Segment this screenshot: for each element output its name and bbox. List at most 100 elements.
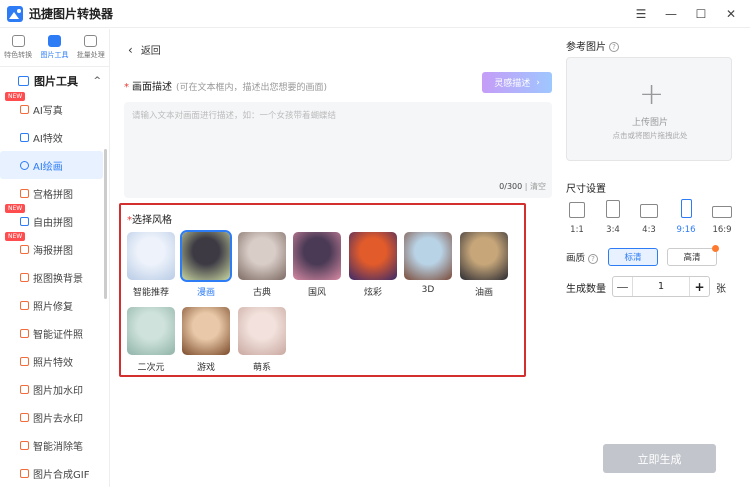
tab-special-convert[interactable]: 特色转换 [0, 29, 36, 66]
style-thumbnail[interactable] [349, 232, 397, 280]
sidebar-item[interactable]: 智能消除笔 [0, 431, 109, 459]
aspect-ratio-icon [680, 199, 692, 218]
quality-hd-button[interactable]: 高清 [667, 245, 719, 266]
char-counter: 0/300 | 清空 [499, 182, 546, 191]
aspect-ratio-icon [569, 202, 585, 218]
sidebar-item[interactable]: NEW AI写真 [0, 92, 109, 123]
maximize-icon[interactable]: ☐ [688, 4, 714, 24]
tab-label: 特色转换 [4, 51, 33, 59]
style-thumbnail[interactable] [460, 232, 508, 280]
count-label: 生成数量 [566, 284, 606, 295]
sidebar-item[interactable]: AI特效 [0, 123, 109, 151]
sidebar-scrollbar[interactable] [104, 149, 107, 299]
quality-option-label: 标清 [624, 253, 642, 263]
menu-item-icon [20, 216, 29, 226]
menu-icon[interactable]: ☰ [628, 4, 654, 24]
size-label: 尺寸设置 [566, 184, 606, 195]
sidebar-item[interactable]: NEW 海报拼图 [0, 232, 109, 263]
sidebar-item[interactable]: 图片加水印 [0, 375, 109, 403]
decrement-button[interactable]: — [613, 277, 633, 296]
style-thumbnail[interactable] [180, 230, 232, 282]
style-label: 智能推荐 [132, 288, 169, 298]
sidebar-item[interactable]: 图片合成GIF [0, 459, 109, 487]
sidebar: 特色转换 图片工具 批量处理 图片工具 ^ NEW AI写真 AI特效 AI绘画宫格拼… [0, 29, 110, 487]
ratio-label: 4:3 [642, 225, 656, 235]
help-icon[interactable]: ? [609, 42, 619, 52]
quality-option-label: 高清 [683, 253, 701, 263]
ratio-option[interactable]: 16:9 [709, 198, 735, 235]
style-thumbnail[interactable] [238, 232, 286, 280]
tab-image-tools[interactable]: 图片工具 [36, 29, 72, 66]
sidebar-item-label: 图片加水印 [33, 385, 83, 397]
ratio-option[interactable]: 1:1 [564, 198, 590, 235]
sidebar-item[interactable]: 照片特效 [0, 347, 109, 375]
quality-standard-button[interactable]: 标清 [608, 248, 658, 266]
ratio-option[interactable]: 3:4 [600, 198, 626, 235]
style-thumbnail[interactable] [182, 307, 230, 355]
window-controls: ☰ — ☐ ✕ [628, 4, 744, 24]
menu-item-icon [20, 412, 29, 422]
style-label: 游戏 [196, 363, 215, 373]
increment-button[interactable]: + [689, 277, 709, 296]
ratio-option[interactable]: 9:16 [673, 198, 699, 235]
count-value: 0/300 [499, 182, 523, 191]
menu-item-icon [20, 384, 29, 394]
sidebar-item[interactable]: NEW 自由拼图 [0, 204, 109, 235]
back-button[interactable]: ‹ 返回 [128, 42, 161, 58]
new-badge: NEW [5, 232, 26, 241]
menu-item-icon [20, 104, 29, 114]
style-thumbnail[interactable] [404, 232, 452, 280]
style-selector: *选择风格 智能推荐 漫画 古典 国风 炫彩 3D 油画 二次元 游戏 萌系 [119, 203, 526, 377]
style-thumbnail[interactable] [238, 307, 286, 355]
sidebar-item-label: 照片修复 [33, 301, 73, 313]
help-icon[interactable]: ? [588, 253, 599, 264]
title-bar: 迅捷图片转换器 ☰ — ☐ ✕ [0, 0, 750, 28]
sidebar-item-label: 图片去水印 [33, 413, 83, 425]
style-label: 二次元 [137, 363, 165, 373]
style-thumbnail[interactable] [293, 232, 341, 280]
style-label: 国风 [307, 288, 326, 298]
sidebar-item-label: 宫格拼图 [33, 189, 73, 201]
minimize-icon[interactable]: — [658, 4, 684, 24]
sidebar-item[interactable]: AI绘画 [0, 151, 103, 179]
menu-item-icon [20, 160, 29, 170]
style-label: 古典 [252, 288, 271, 298]
description-input[interactable]: 请输入文本对画面进行描述，如：一个女孩带着蝴蝶结 0/300 | 清空 [124, 102, 552, 198]
new-badge: NEW [5, 92, 26, 101]
upload-subtitle: 点击或将图片拖拽此处 [612, 131, 688, 140]
style-thumbnail[interactable] [127, 232, 175, 280]
ratio-option[interactable]: 4:3 [636, 198, 662, 235]
menu-item-icon [20, 328, 29, 338]
inspiration-button[interactable]: 灵感描述 › [482, 72, 552, 93]
sidebar-item-label: 智能证件照 [33, 329, 83, 341]
ratio-label: 1:1 [570, 225, 584, 235]
upload-title: 上传图片 [631, 118, 668, 128]
sidebar-item[interactable]: 图片去水印 [0, 403, 109, 431]
generate-button[interactable]: 立即生成 [603, 444, 716, 473]
image-tool-icon [47, 35, 61, 47]
section-label: 图片工具 [34, 75, 78, 88]
menu-item-icon [20, 356, 29, 366]
aspect-ratio-icon [606, 200, 620, 218]
chevron-right-icon: › [536, 77, 540, 88]
inspiration-label: 灵感描述 [494, 79, 531, 89]
clear-button[interactable]: 清空 [530, 182, 546, 191]
sidebar-menu: NEW AI写真 AI特效 AI绘画宫格拼图 NEW 自由拼图 NEW 海报拼图 抠图换背景照片… [0, 92, 109, 487]
sidebar-item[interactable]: 抠图换背景 [0, 263, 109, 291]
section-image-tools[interactable]: 图片工具 ^ [0, 67, 109, 95]
tab-batch[interactable]: 批量处理 [73, 29, 109, 66]
description-placeholder: 请输入文本对画面进行描述，如：一个女孩带着蝴蝶结 [132, 111, 337, 121]
quantity-value[interactable]: 1 [633, 281, 689, 292]
new-badge: NEW [5, 204, 26, 213]
description-label: * 画面描述 (可在文本框内，描述出您想要的画面) [124, 78, 327, 93]
sidebar-item[interactable]: 宫格拼图 [0, 179, 109, 207]
menu-item-icon [20, 468, 29, 478]
style-label: 油画 [474, 288, 493, 298]
sidebar-item[interactable]: 智能证件照 [0, 319, 109, 347]
sidebar-item[interactable]: 照片修复 [0, 291, 109, 319]
quality-title: 画质 [566, 253, 586, 264]
close-icon[interactable]: ✕ [718, 4, 744, 24]
ratio-label: 3:4 [606, 225, 620, 235]
style-thumbnail[interactable] [127, 307, 175, 355]
upload-area[interactable]: + 上传图片 点击或将图片拖拽此处 [566, 57, 732, 161]
